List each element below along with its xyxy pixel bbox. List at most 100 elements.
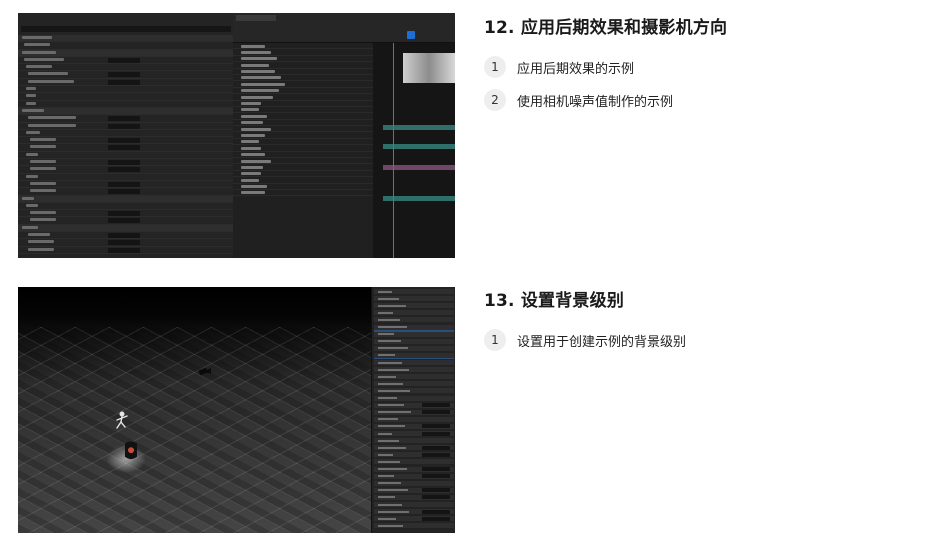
details-property-row[interactable] bbox=[18, 152, 233, 160]
panel-value-field[interactable] bbox=[422, 509, 450, 514]
details-property-row[interactable] bbox=[18, 195, 233, 203]
details-property-row[interactable] bbox=[18, 181, 233, 189]
details-property-row[interactable] bbox=[18, 93, 233, 101]
property-value-field[interactable] bbox=[108, 211, 140, 217]
property-value-field[interactable] bbox=[108, 116, 140, 122]
panel-row[interactable] bbox=[374, 338, 454, 344]
panel-row[interactable] bbox=[374, 289, 454, 294]
panel-row[interactable] bbox=[374, 310, 454, 316]
property-value-field[interactable] bbox=[108, 160, 140, 166]
details-property-row[interactable] bbox=[18, 217, 233, 225]
panel-value-field[interactable] bbox=[422, 467, 450, 471]
property-value-field[interactable] bbox=[108, 145, 140, 151]
panel-row[interactable] bbox=[374, 509, 454, 515]
property-value-field[interactable] bbox=[108, 57, 140, 63]
property-value-field[interactable] bbox=[108, 247, 140, 253]
panel-row[interactable] bbox=[374, 409, 454, 415]
details-property-row[interactable] bbox=[18, 159, 233, 167]
panel-row[interactable] bbox=[374, 431, 454, 436]
panel-value-field[interactable] bbox=[422, 452, 450, 457]
details-property-row[interactable] bbox=[18, 188, 233, 196]
panel-row[interactable] bbox=[374, 374, 454, 380]
details-property-row[interactable] bbox=[18, 210, 233, 218]
panel-row[interactable] bbox=[374, 360, 454, 365]
details-property-row[interactable] bbox=[18, 174, 233, 181]
details-property-row[interactable] bbox=[18, 101, 233, 108]
panel-row[interactable] bbox=[374, 324, 454, 330]
panel-row[interactable] bbox=[374, 296, 454, 302]
details-property-row[interactable] bbox=[18, 57, 233, 65]
panel-row[interactable] bbox=[374, 317, 454, 323]
track-label bbox=[241, 50, 271, 54]
sequencer-tab[interactable] bbox=[236, 15, 276, 21]
property-value-field[interactable] bbox=[108, 181, 140, 187]
details-property-row[interactable] bbox=[18, 71, 233, 79]
panel-row[interactable] bbox=[374, 381, 454, 387]
panel-row[interactable] bbox=[374, 331, 454, 337]
panel-value-field[interactable] bbox=[422, 516, 450, 521]
panel-row[interactable] bbox=[374, 502, 454, 507]
panel-row[interactable] bbox=[374, 395, 454, 401]
panel-row[interactable] bbox=[374, 480, 454, 486]
details-property-row[interactable] bbox=[18, 203, 233, 211]
panel-row[interactable] bbox=[374, 494, 454, 500]
details-property-row[interactable] bbox=[18, 64, 233, 72]
details-property-row[interactable] bbox=[18, 49, 233, 57]
details-property-row[interactable] bbox=[18, 239, 233, 247]
panel-value-field[interactable] bbox=[422, 445, 450, 450]
property-value-field[interactable] bbox=[108, 233, 140, 239]
details-property-row[interactable] bbox=[18, 123, 233, 130]
panel-value-field[interactable] bbox=[422, 474, 450, 479]
details-property-row[interactable] bbox=[18, 115, 233, 123]
panel-row[interactable] bbox=[374, 352, 454, 358]
details-search-input[interactable] bbox=[21, 26, 231, 32]
level-viewport[interactable] bbox=[18, 287, 371, 533]
panel-row[interactable] bbox=[374, 367, 454, 373]
details-property-row[interactable] bbox=[18, 86, 233, 94]
panel-row[interactable] bbox=[374, 516, 454, 522]
details-property-row[interactable] bbox=[18, 79, 233, 87]
sequencer-active-button[interactable] bbox=[407, 31, 415, 39]
details-property-row[interactable] bbox=[18, 247, 233, 254]
panel-value-field[interactable] bbox=[422, 403, 450, 408]
panel-row[interactable] bbox=[374, 466, 454, 472]
panel-row[interactable] bbox=[374, 459, 454, 465]
panel-row[interactable] bbox=[374, 402, 454, 408]
property-value-field[interactable] bbox=[108, 79, 140, 85]
panel-value-field[interactable] bbox=[422, 495, 450, 500]
panel-row[interactable] bbox=[374, 345, 454, 351]
panel-row[interactable] bbox=[374, 388, 454, 394]
panel-row[interactable] bbox=[374, 445, 454, 451]
details-property-row[interactable] bbox=[18, 144, 233, 152]
panel-value-field[interactable] bbox=[422, 431, 450, 436]
property-value-field[interactable] bbox=[108, 72, 140, 78]
panel-row[interactable] bbox=[374, 416, 454, 422]
property-value-field[interactable] bbox=[108, 123, 140, 129]
property-value-field[interactable] bbox=[108, 138, 140, 144]
details-property-row[interactable] bbox=[18, 130, 233, 138]
property-value-field[interactable] bbox=[108, 218, 140, 224]
panel-row[interactable] bbox=[374, 452, 454, 458]
panel-row[interactable] bbox=[374, 523, 454, 529]
details-property-row[interactable] bbox=[18, 42, 233, 50]
details-property-row[interactable] bbox=[18, 166, 233, 174]
panel-row[interactable] bbox=[374, 487, 454, 493]
panel-row[interactable] bbox=[374, 303, 454, 309]
panel-row[interactable] bbox=[374, 438, 454, 444]
property-value-field[interactable] bbox=[108, 240, 140, 246]
panel-row-label bbox=[378, 368, 409, 371]
property-value-field[interactable] bbox=[108, 167, 140, 173]
panel-value-field[interactable] bbox=[422, 488, 450, 493]
details-property-row[interactable] bbox=[18, 107, 233, 116]
panel-value-field[interactable] bbox=[422, 410, 450, 415]
details-property-row[interactable] bbox=[18, 35, 233, 43]
timeline-playhead[interactable] bbox=[393, 43, 394, 258]
sequencer-track-row[interactable] bbox=[233, 190, 373, 197]
details-property-row[interactable] bbox=[18, 232, 233, 240]
details-property-row[interactable] bbox=[18, 137, 233, 145]
property-value-field[interactable] bbox=[108, 189, 140, 195]
details-property-row[interactable] bbox=[18, 224, 233, 233]
panel-value-field[interactable] bbox=[422, 424, 450, 429]
panel-row[interactable] bbox=[374, 473, 454, 479]
panel-row[interactable] bbox=[374, 423, 454, 429]
